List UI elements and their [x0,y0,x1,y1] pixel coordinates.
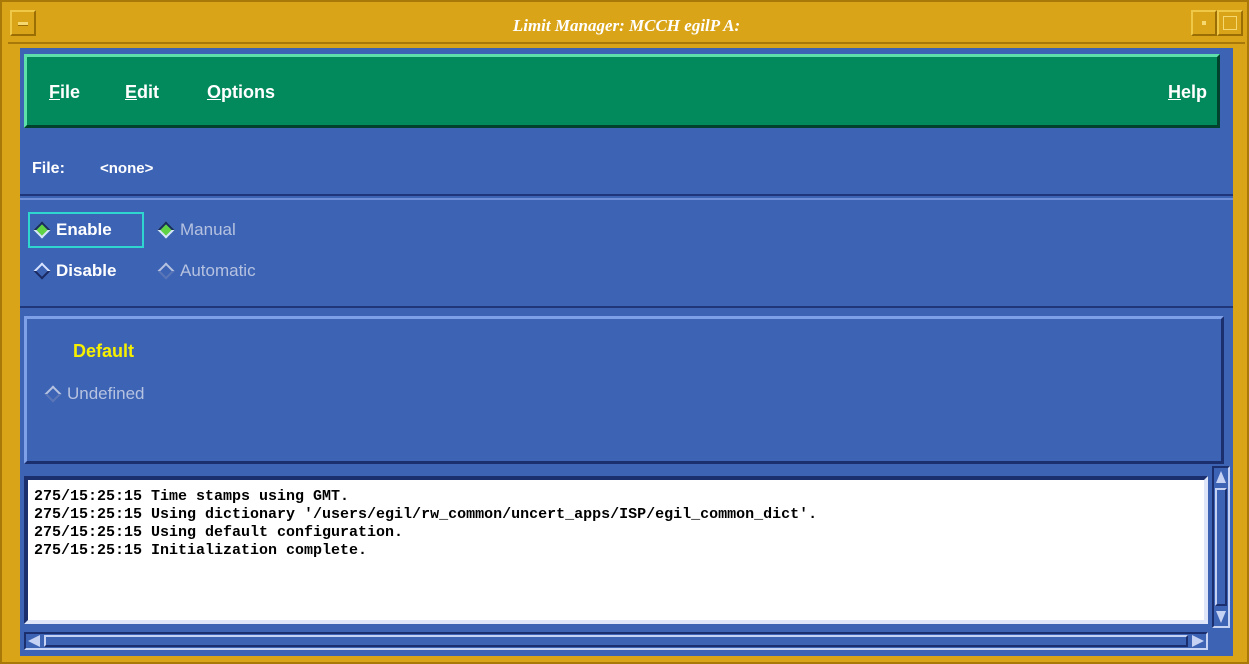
scroll-left-arrow-icon[interactable] [28,635,40,647]
menu-options-mnemonic: O [207,82,222,102]
limit-manager-window: Limit Manager: MCCH egilP A: File Edit O… [0,0,1249,664]
radio-selected-icon [33,221,51,239]
radio-unselected-icon [44,385,62,403]
log-line: 275/15:25:15 Initialization complete. [34,542,368,559]
disable-radio[interactable]: Disable [30,256,116,286]
log-line: 275/15:25:15 Time stamps using GMT. [34,488,350,505]
file-status-row: File: <none> [20,134,1233,196]
radio-selected-icon [157,221,175,239]
menu-file-mnemonic: F [49,82,60,102]
menu-help[interactable]: Help [1168,82,1207,103]
menu-help-label: elp [1180,82,1207,102]
mode-radio-panel: Enable Disable Manual Automatic [20,198,1233,308]
undefined-label: Undefined [67,384,145,403]
menu-options[interactable]: Options [207,82,275,103]
maximize-button[interactable] [1217,10,1243,36]
enable-label: Enable [56,220,112,239]
menu-help-mnemonic: H [1167,82,1181,102]
horizontal-scroll-thumb[interactable] [44,635,1188,647]
default-title: Default [73,341,135,361]
scroll-right-arrow-icon[interactable] [1192,635,1204,647]
log-line: 275/15:25:15 Using default configuration… [34,524,404,541]
enable-radio[interactable]: Enable [28,212,144,248]
menu-edit[interactable]: Edit [125,82,159,103]
vertical-scroll-thumb[interactable] [1215,488,1227,606]
radio-unselected-icon [33,262,51,280]
automatic-label: Automatic [180,261,256,280]
file-value: <none> [100,160,154,177]
file-label: File: [32,160,65,177]
horizontal-scrollbar[interactable] [24,632,1208,650]
disable-label: Disable [56,261,117,280]
menu-bar: File Edit Options Help [24,54,1220,128]
scroll-down-arrow-icon[interactable] [1216,611,1226,623]
window-title: Limit Manager: MCCH egilP A: [512,16,741,35]
menu-file-label: ile [60,82,81,102]
title-bar[interactable]: Limit Manager: MCCH egilP A: [8,8,1245,44]
manual-label: Manual [180,220,236,239]
minimize-button[interactable] [1191,10,1217,36]
menu-edit-mnemonic: E [125,82,138,102]
manual-radio[interactable]: Manual [154,215,236,245]
radio-unselected-icon [157,262,175,280]
default-panel: Default Undefined [24,316,1224,464]
undefined-radio[interactable]: Undefined [41,379,145,409]
automatic-radio[interactable]: Automatic [154,256,256,286]
log-text: 275/15:25:15 Time stamps using GMT. 275/… [28,480,1204,568]
message-log[interactable]: 275/15:25:15 Time stamps using GMT. 275/… [24,476,1208,624]
log-line: 275/15:25:15 Using dictionary '/users/eg… [34,506,818,523]
menu-edit-label: dit [137,82,160,102]
menu-options-label: ptions [221,82,276,102]
menu-file[interactable]: File [49,82,80,103]
scroll-up-arrow-icon[interactable] [1216,471,1226,483]
client-area: File Edit Options Help File: <none> Enab… [20,48,1233,656]
vertical-scrollbar[interactable] [1212,466,1230,628]
